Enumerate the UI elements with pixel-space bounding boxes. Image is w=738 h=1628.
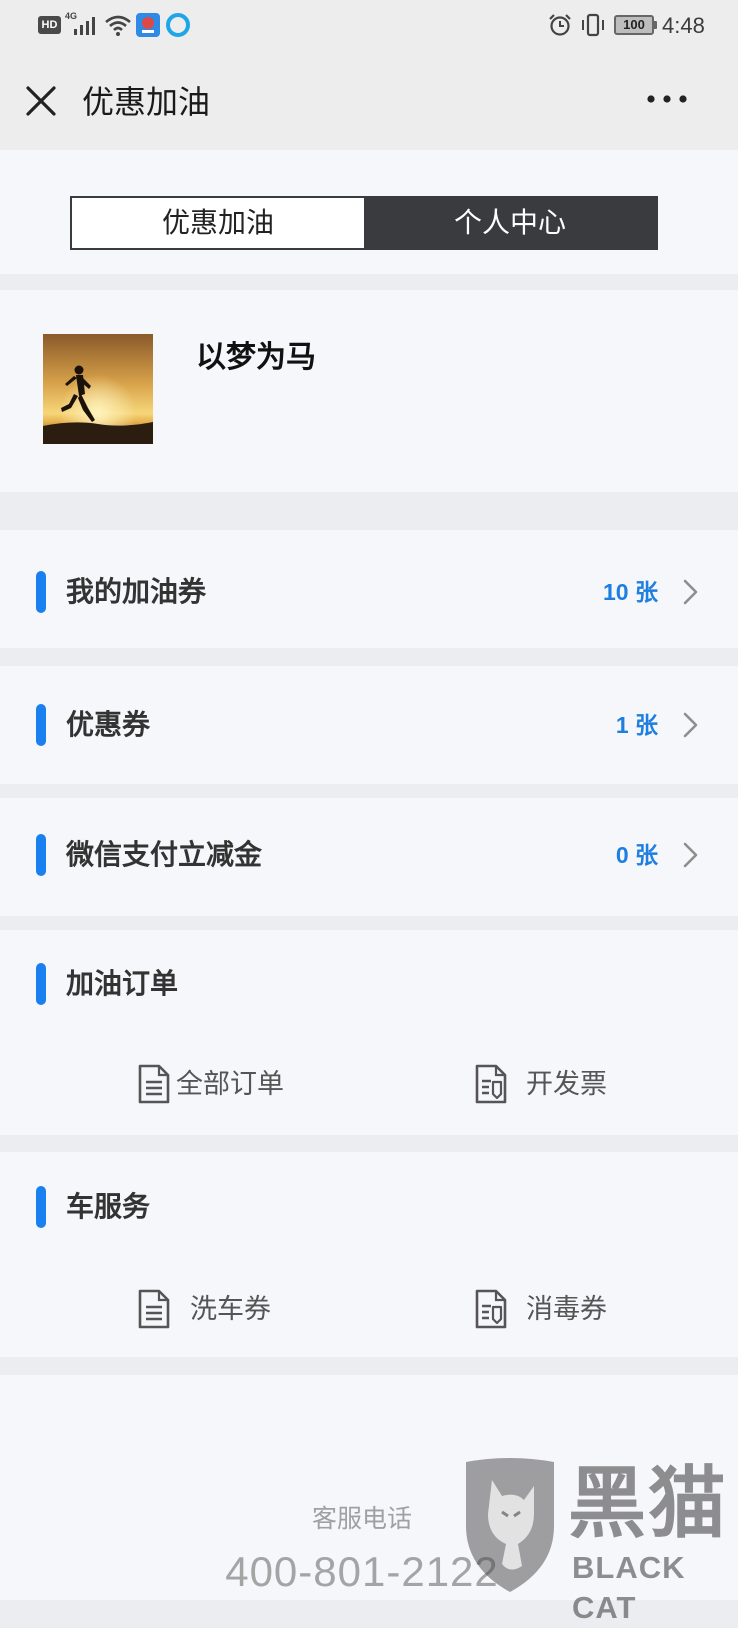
document-icon[interactable] [137, 1288, 171, 1330]
battery-icon: 100 [614, 15, 654, 35]
browser-notification-icon [166, 13, 190, 37]
alarm-icon [549, 14, 571, 36]
row-label: 优惠券 [66, 709, 151, 740]
disinfection-coupon-link[interactable]: 消毒券 [526, 1289, 607, 1329]
segmented-control: 优惠加油 个人中心 [70, 196, 658, 250]
signal-icon [74, 17, 95, 35]
document-icon[interactable] [137, 1063, 171, 1105]
accent-bar [36, 571, 46, 613]
hd-badge: HD [38, 16, 61, 34]
car-service-section: 车服务 洗车券 消毒券 [0, 1152, 738, 1357]
accent-bar [36, 704, 46, 746]
avatar[interactable] [43, 334, 153, 444]
fuel-orders-section: 加油订单 全部订单 开发票 [0, 930, 738, 1135]
issue-invoice-link[interactable]: 开发票 [526, 1064, 607, 1104]
more-icon[interactable] [646, 92, 688, 106]
chevron-right-icon [683, 579, 698, 605]
status-bar: HD 4G 100 4:48 [0, 0, 738, 50]
row-count: 1 张 [615, 712, 658, 738]
wifi-icon [105, 15, 131, 36]
row-count: 10 张 [603, 579, 658, 605]
battery-tip [654, 21, 657, 29]
app-notification-icon [136, 13, 160, 37]
list-item-fuel-coupons[interactable]: 我的加油券 10 张 [0, 530, 738, 648]
car-wash-coupon-link[interactable]: 洗车券 [190, 1289, 271, 1329]
accent-bar [36, 1186, 46, 1228]
vibrate-icon [582, 13, 604, 37]
accent-bar [36, 834, 46, 876]
watermark-text-en: BLACK CAT [572, 1550, 686, 1625]
status-time: 4:48 [662, 13, 705, 38]
chevron-right-icon [683, 712, 698, 738]
accent-bar [36, 963, 46, 1005]
row-count: 0 张 [615, 842, 658, 868]
row-label: 我的加油券 [66, 576, 207, 607]
list-item-coupons[interactable]: 优惠券 1 张 [0, 666, 738, 784]
all-orders-link[interactable]: 全部订单 [176, 1064, 284, 1104]
black-cat-logo-icon [466, 1458, 554, 1592]
row-label: 微信支付立减金 [66, 839, 263, 870]
profile-name: 以梦为马 [196, 341, 316, 374]
list-item-wechat-pay-discount[interactable]: 微信支付立减金 0 张 [0, 798, 738, 916]
profile-card: 以梦为马 [0, 290, 738, 492]
section-title: 加油订单 [66, 968, 179, 999]
chevron-right-icon [683, 842, 698, 868]
close-icon[interactable] [24, 84, 58, 118]
tab-personal-center[interactable]: 个人中心 [364, 198, 656, 248]
section-title: 车服务 [66, 1191, 151, 1222]
watermark-text-cn: 黑猫 [568, 1459, 729, 1547]
invoice-icon[interactable] [474, 1288, 508, 1330]
tab-fuel-discount[interactable]: 优惠加油 [72, 198, 364, 248]
page-title: 优惠加油 [82, 84, 211, 120]
invoice-icon[interactable] [474, 1063, 508, 1105]
